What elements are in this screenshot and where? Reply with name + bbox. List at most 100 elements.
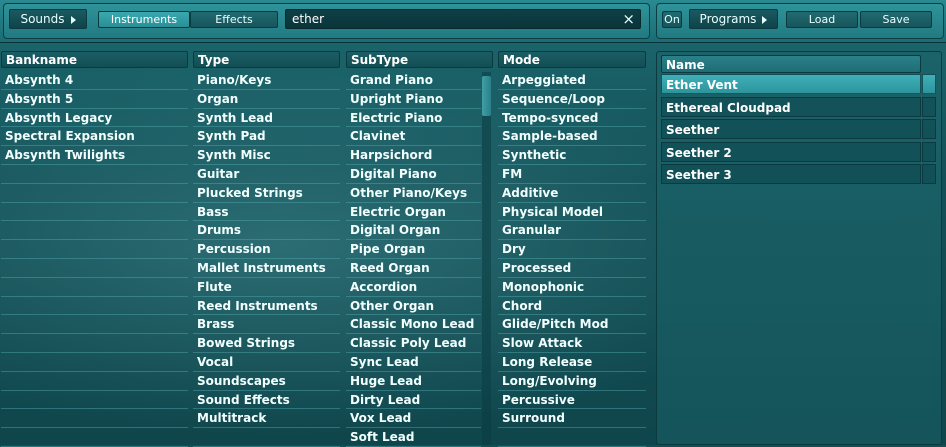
subtype-scrollbar[interactable] — [482, 72, 491, 445]
list-item[interactable]: Pipe Organ — [346, 240, 481, 259]
list-item[interactable]: Absynth Legacy — [1, 109, 188, 128]
list-item[interactable]: Sync Lead — [346, 353, 481, 372]
instruments-label: Instruments — [110, 13, 178, 26]
list-item[interactable]: Organ — [193, 90, 340, 109]
list-item[interactable]: Reed Organ — [346, 259, 481, 278]
type-header[interactable]: Type — [193, 51, 340, 68]
list-item[interactable]: Clavinet — [346, 127, 481, 147]
results-panel: Name Ether Vent Ethereal Cloudpad Seether S… — [656, 51, 942, 445]
list-item[interactable]: Electric Piano — [346, 109, 481, 128]
list-item[interactable]: Brass — [193, 315, 340, 335]
list-item[interactable]: Multitrack — [193, 409, 340, 429]
list-item[interactable]: Slow Attack — [498, 334, 646, 353]
list-item[interactable]: Digital Piano — [346, 165, 481, 184]
list-item[interactable]: Monophonic — [498, 278, 646, 297]
list-item[interactable]: Absynth 5 — [1, 90, 188, 109]
chevron-right-icon — [70, 15, 76, 24]
list-item[interactable]: Long Release — [498, 353, 646, 372]
list-item[interactable]: Long/Evolving — [498, 372, 646, 391]
empty-row — [1, 184, 188, 203]
empty-row — [1, 278, 188, 297]
list-item[interactable]: Tempo-synced — [498, 109, 646, 128]
list-item[interactable]: Drums — [193, 221, 340, 241]
list-item[interactable]: Physical Model — [498, 203, 646, 222]
list-item[interactable]: Vocal — [193, 353, 340, 372]
result-row[interactable]: Ethereal Cloudpad — [661, 96, 921, 117]
list-item[interactable]: Accordion — [346, 278, 481, 297]
list-item[interactable]: Sample-based — [498, 127, 646, 147]
list-item[interactable]: Synthetic — [498, 146, 646, 165]
search-input[interactable]: ether × — [285, 9, 641, 29]
list-item[interactable]: Upright Piano — [346, 90, 481, 109]
list-item[interactable]: Flute — [193, 278, 340, 297]
result-row[interactable]: Seether 3 — [661, 164, 921, 184]
programs-label: Programs — [699, 12, 757, 26]
empty-row — [1, 409, 188, 429]
sounds-button[interactable]: Sounds — [9, 9, 87, 29]
list-item[interactable]: Absynth 4 — [1, 71, 188, 90]
load-label: Load — [808, 13, 836, 26]
list-item[interactable]: Digital Organ — [346, 221, 481, 241]
load-button[interactable]: Load — [786, 11, 858, 28]
toolbar: Sounds Instruments Effects ether × On Pr… — [0, 0, 946, 43]
list-item[interactable]: Arpeggiated — [498, 71, 646, 90]
search-value: ether — [292, 12, 325, 26]
on-button[interactable]: On — [662, 11, 682, 28]
list-item[interactable]: Synth Misc — [193, 146, 340, 165]
list-item[interactable]: FM — [498, 165, 646, 184]
list-item[interactable]: Chord — [498, 297, 646, 316]
result-row[interactable]: Seether 2 — [661, 141, 921, 162]
clear-search-icon[interactable]: × — [622, 10, 635, 28]
list-item[interactable]: Sound Effects — [193, 391, 340, 410]
list-item[interactable]: Guitar — [193, 165, 340, 184]
name-header[interactable]: Name — [661, 55, 921, 73]
list-item[interactable]: Additive — [498, 184, 646, 203]
list-item[interactable]: Dry — [498, 240, 646, 259]
effects-tab[interactable]: Effects — [190, 11, 278, 28]
list-item[interactable]: Other Piano/Keys — [346, 184, 481, 203]
list-item[interactable]: Harpsichord — [346, 146, 481, 165]
list-item[interactable]: Spectral Expansion — [1, 127, 188, 147]
list-item[interactable]: Granular — [498, 221, 646, 241]
list-item[interactable]: Synth Lead — [193, 109, 340, 128]
on-label: On — [664, 13, 680, 26]
list-item[interactable]: Dirty Lead — [346, 391, 481, 410]
list-item[interactable]: Huge Lead — [346, 372, 481, 391]
list-item[interactable]: Vox Lead — [346, 409, 481, 429]
bankname-column: Bankname Absynth 4 Absynth 5 Absynth Legac… — [1, 51, 188, 447]
list-item[interactable]: Sequence/Loop — [498, 90, 646, 109]
list-item[interactable]: Processed — [498, 259, 646, 278]
list-item[interactable]: Piano/Keys — [193, 71, 340, 90]
list-item[interactable]: Classic Poly Lead — [346, 334, 481, 353]
subtype-header[interactable]: SubType — [346, 51, 493, 68]
list-item[interactable]: Other Organ — [346, 297, 481, 316]
programs-button[interactable]: Programs — [689, 9, 778, 29]
list-item[interactable]: Synth Pad — [193, 127, 340, 147]
list-item[interactable]: Soft Lead — [346, 428, 481, 447]
mode-column: Mode Arpeggiated Sequence/Loop Tempo-synce… — [498, 51, 646, 447]
save-button[interactable]: Save — [860, 11, 932, 28]
list-item[interactable]: Classic Mono Lead — [346, 315, 481, 335]
empty-row — [1, 372, 188, 391]
list-item[interactable]: Reed Instruments — [193, 297, 340, 316]
result-row[interactable]: Ether Vent — [661, 74, 921, 94]
list-item[interactable]: Surround — [498, 409, 646, 429]
list-item[interactable]: Grand Piano — [346, 71, 481, 90]
instruments-tab[interactable]: Instruments — [98, 11, 190, 28]
list-item[interactable]: Electric Organ — [346, 203, 481, 222]
list-item[interactable]: Soundscapes — [193, 372, 340, 391]
list-item[interactable]: Mallet Instruments — [193, 259, 340, 278]
list-item[interactable]: Percussion — [193, 240, 340, 259]
list-item[interactable]: Percussive — [498, 391, 646, 410]
bankname-header[interactable]: Bankname — [1, 51, 188, 68]
result-row[interactable]: Seether — [661, 119, 921, 139]
list-item[interactable]: Bass — [193, 203, 340, 222]
empty-row — [1, 391, 188, 410]
mode-header[interactable]: Mode — [498, 51, 646, 68]
list-item[interactable]: Plucked Strings — [193, 184, 340, 203]
empty-row — [1, 353, 188, 372]
list-item[interactable]: Bowed Strings — [193, 334, 340, 353]
list-item[interactable]: Glide/Pitch Mod — [498, 315, 646, 335]
subtype-scroll-thumb[interactable] — [482, 76, 491, 116]
list-item[interactable]: Absynth Twilights — [1, 146, 188, 165]
